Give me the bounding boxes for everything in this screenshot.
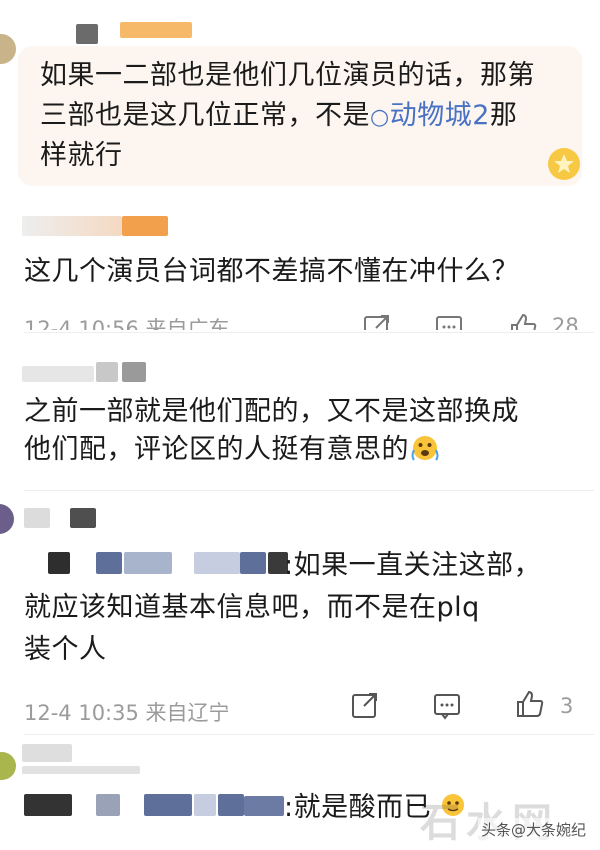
divider xyxy=(24,332,594,333)
topic-link[interactable]: ○动物城2 xyxy=(370,100,490,131)
comment-4-line-2: 就应该知道基本信息吧，而不是在plq xyxy=(24,592,480,623)
like-icon[interactable] xyxy=(508,312,538,330)
username-redacted xyxy=(122,362,146,382)
like-icon[interactable] xyxy=(514,688,546,724)
username-redacted xyxy=(96,552,122,574)
divider xyxy=(24,734,594,735)
comment-text: 他们配，评论区的人挺有意思的 xyxy=(24,434,409,465)
comment-2-meta: 12-4 10:56 来自广东 xyxy=(24,316,230,330)
username-redacted xyxy=(96,362,118,382)
comment-icon[interactable] xyxy=(432,692,462,724)
username-redacted xyxy=(120,22,192,38)
username-redacted xyxy=(218,794,244,816)
share-icon[interactable] xyxy=(362,312,392,330)
watermark-caption: 头条@大条婉纪 xyxy=(478,818,590,841)
emoji-icon xyxy=(411,434,439,462)
username-redacted xyxy=(124,552,172,574)
username-redacted xyxy=(240,552,266,574)
username-redacted xyxy=(22,766,140,774)
comment-1-line-2: 三部也是这几位正常，不是○动物城2那 xyxy=(40,96,517,138)
location: 来自辽宁 xyxy=(145,701,230,725)
share-icon[interactable] xyxy=(350,690,380,724)
username-redacted xyxy=(122,216,168,236)
search-icon: ○ xyxy=(370,105,390,130)
topic-label: 动物城2 xyxy=(389,100,490,131)
username-redacted xyxy=(144,794,192,816)
comment-text: 三部也是这几位正常，不是 xyxy=(40,100,370,131)
username-redacted xyxy=(22,216,122,236)
like-count: 28 xyxy=(552,314,579,330)
comment-4-line-3: 装个人 xyxy=(24,634,107,665)
username-redacted xyxy=(244,796,284,816)
username-redacted xyxy=(22,366,94,382)
username-redacted xyxy=(24,508,50,528)
avatar[interactable] xyxy=(0,34,16,64)
comment-3-line-1: 之前一部就是他们配的，又不是这部换成 xyxy=(24,396,519,427)
comment-5-line-1: :就是酸而已 xyxy=(284,792,432,823)
comment-4-line-1: :如果一直关注这部， xyxy=(284,550,542,581)
comment-1-line-3: 样就行 xyxy=(40,140,123,171)
divider xyxy=(24,490,594,491)
username-redacted xyxy=(48,552,70,574)
username-redacted xyxy=(22,744,72,762)
comment-text: 那 xyxy=(489,100,518,131)
like-count: 3 xyxy=(560,694,574,718)
avatar[interactable] xyxy=(0,752,16,780)
username-redacted xyxy=(194,552,240,574)
timestamp: 12-4 10:56 xyxy=(24,317,139,330)
username-redacted xyxy=(194,794,216,816)
badge-icon xyxy=(546,146,582,182)
timestamp: 12-4 10:35 xyxy=(24,701,139,725)
comment-icon[interactable] xyxy=(434,312,464,330)
username-redacted xyxy=(96,794,120,816)
username-redacted xyxy=(76,24,98,44)
avatar[interactable] xyxy=(0,504,14,534)
username-redacted xyxy=(24,794,72,816)
location: 来自广东 xyxy=(145,317,230,330)
watermark-source: 头条 xyxy=(481,821,512,839)
comment-3-line-2: 他们配，评论区的人挺有意思的 xyxy=(24,430,439,470)
comment-4-meta: 12-4 10:35 来自辽宁 xyxy=(24,700,230,726)
watermark-handle: @大条婉纪 xyxy=(511,821,587,839)
comment-2-line-1: 这几个演员台词都不差搞不懂在冲什么？ xyxy=(24,256,519,287)
comment-1-line-1: 如果一二部也是他们几位演员的话，那第 xyxy=(40,60,535,91)
username-redacted xyxy=(70,508,96,528)
